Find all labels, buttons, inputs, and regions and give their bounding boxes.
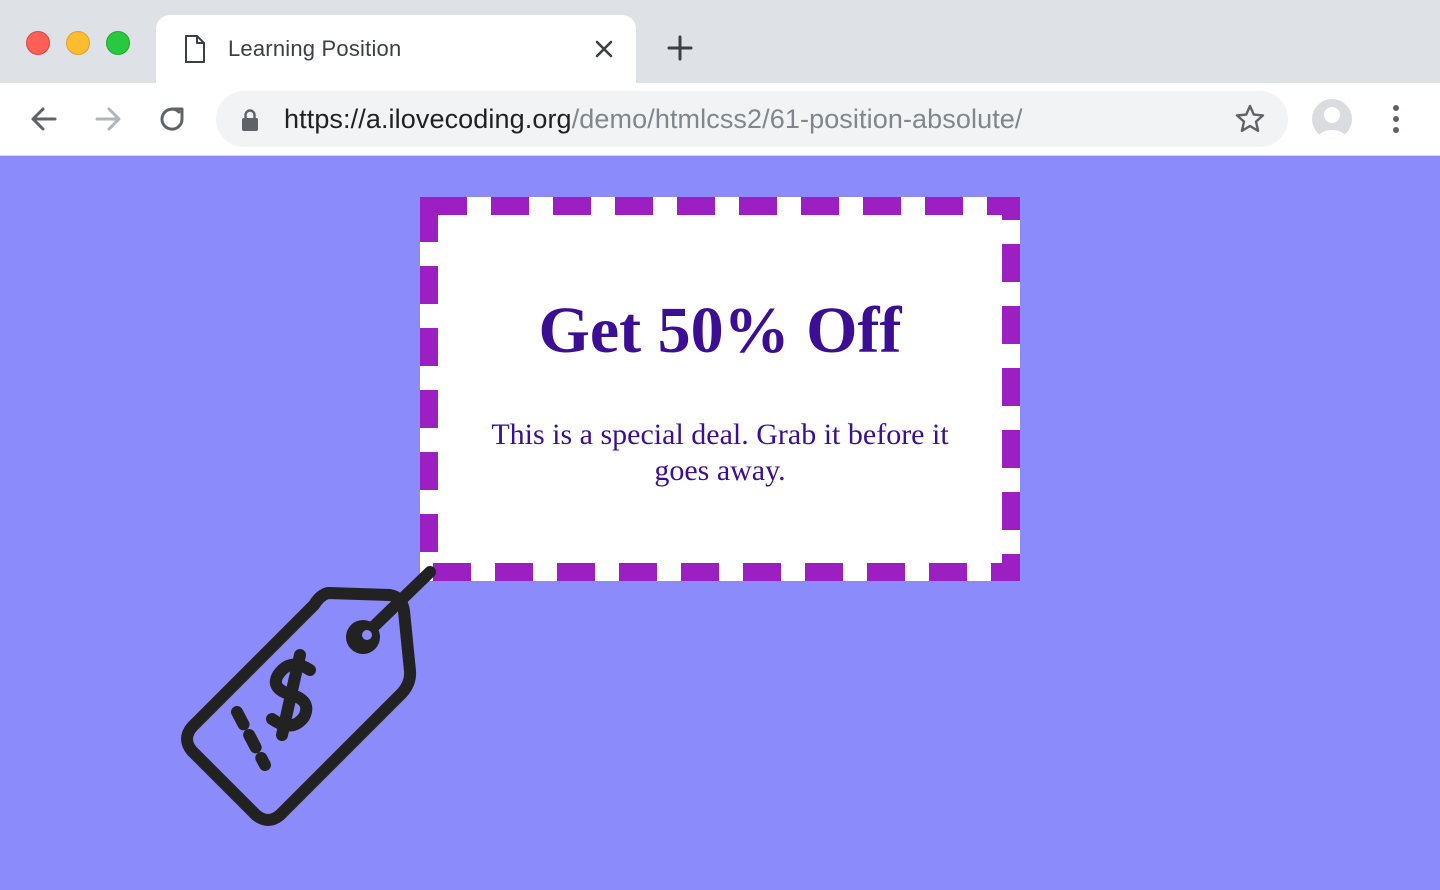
document-icon — [185, 35, 205, 63]
url-path: /demo/htmlcss2/61-position-absolute/ — [571, 104, 1023, 134]
lock-icon — [242, 109, 258, 131]
coupon-card: Get 50% Off This is a special deal. Grab… — [420, 197, 1020, 581]
tab-strip: Learning Position — [0, 0, 1440, 83]
reload-icon[interactable] — [156, 103, 188, 135]
close-icon[interactable] — [592, 37, 616, 61]
plus-icon[interactable] — [666, 34, 694, 62]
browser-toolbar: https://a.ilovecoding.org/demo/htmlcss2/… — [0, 83, 1440, 156]
coupon-description: This is a special deal. Grab it before i… — [491, 418, 949, 487]
avatar-icon[interactable] — [1312, 99, 1352, 139]
url-text[interactable]: https://a.ilovecoding.org/demo/htmlcss2/… — [284, 104, 1023, 135]
tab-title: Learning Position — [228, 36, 402, 61]
window-close-button[interactable] — [26, 31, 50, 55]
browser-tab[interactable]: Learning Position — [156, 15, 636, 83]
price-tag-icon — [181, 566, 436, 826]
url-host: https://a.ilovecoding.org — [284, 104, 572, 134]
window-maximize-button[interactable] — [106, 31, 130, 55]
avatar-silhouette — [1318, 107, 1346, 139]
arrow-left-icon[interactable] — [28, 103, 60, 135]
star-icon[interactable] — [1234, 103, 1266, 135]
arrow-right-icon[interactable] — [92, 103, 124, 135]
kebab-menu-icon[interactable] — [1382, 101, 1410, 137]
page-content: Get 50% Off This is a special deal. Grab… — [0, 157, 1440, 890]
address-bar[interactable]: https://a.ilovecoding.org/demo/htmlcss2/… — [216, 91, 1288, 147]
coupon-title: Get 50% Off — [538, 294, 902, 367]
window-minimize-button[interactable] — [66, 31, 90, 55]
coupon-dashed-border — [420, 197, 1020, 581]
